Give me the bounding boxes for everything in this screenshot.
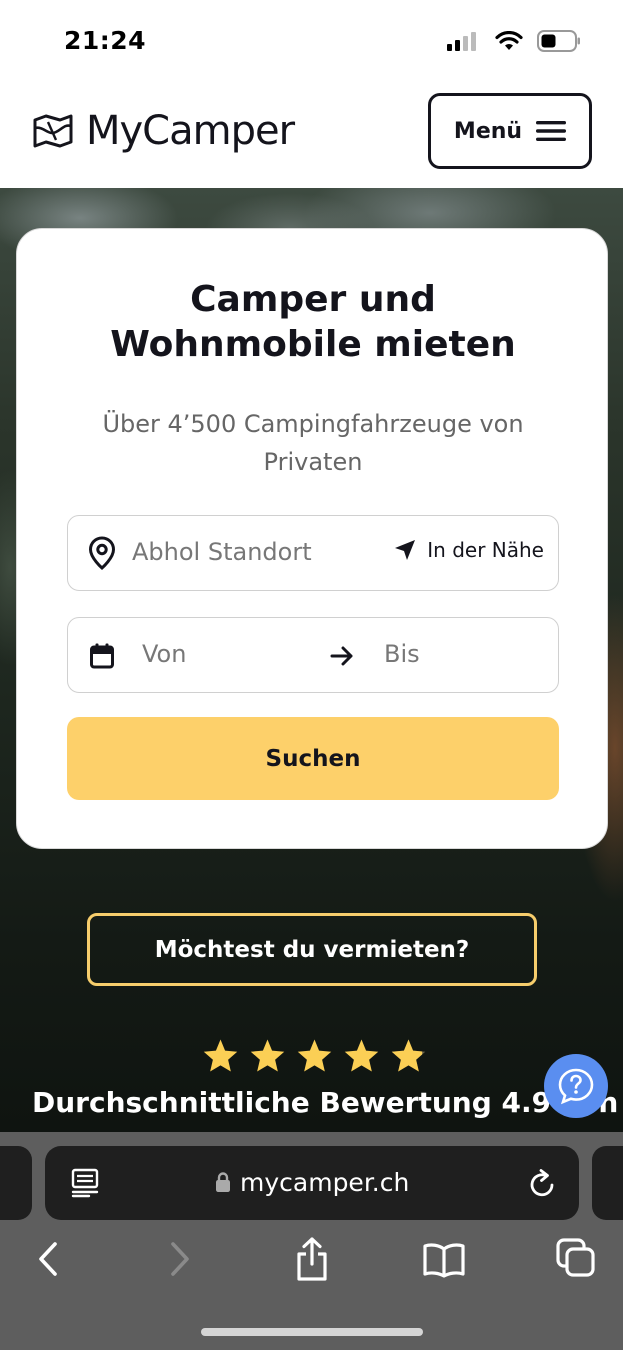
star-icon: [203, 1039, 238, 1072]
star-icon-partial: [391, 1039, 426, 1072]
pickup-location-field[interactable]: Abhol Standort In der Nähe: [67, 515, 559, 591]
page-title: Camper und Wohnmobile mieten: [110, 279, 516, 365]
nearby-label: In der Nähe: [427, 538, 544, 562]
forward-arrow-icon[interactable]: [168, 1240, 192, 1278]
hamburger-icon: [536, 121, 567, 141]
location-pin-icon: [88, 536, 116, 570]
rating-text: Durchschnittliche Bewertung 4.9 von: [32, 1086, 619, 1119]
calendar-icon: [90, 643, 114, 669]
card-subtitle: Über 4’500 Campingfahrzeuge von Privaten: [102, 410, 524, 476]
site-header: MyCamper Menü: [0, 80, 623, 188]
question-mark-icon: [558, 1068, 594, 1105]
search-button[interactable]: Suchen: [67, 717, 559, 800]
bookmarks-icon[interactable]: [422, 1242, 466, 1278]
next-tab-peek[interactable]: [592, 1146, 623, 1220]
rating-stars: [202, 1038, 427, 1073]
help-chat-button[interactable]: [544, 1054, 608, 1118]
star-icon: [297, 1039, 332, 1072]
date-to-input[interactable]: Bis: [384, 640, 420, 668]
date-from-input[interactable]: Von: [142, 640, 186, 668]
menu-button[interactable]: Menü: [428, 93, 592, 169]
location-placeholder: Abhol Standort: [132, 538, 312, 566]
rent-out-button[interactable]: Möchtest du vermieten?: [87, 913, 537, 986]
status-bar: 21:24: [0, 0, 623, 80]
share-icon[interactable]: [294, 1236, 330, 1282]
status-time: 21:24: [64, 26, 147, 55]
arrow-right-icon: [330, 646, 353, 666]
logo[interactable]: MyCamper: [32, 108, 295, 154]
back-arrow-icon[interactable]: [36, 1240, 60, 1278]
browser-chrome: mycamper.ch: [0, 1132, 623, 1350]
wifi-icon: [495, 31, 523, 50]
reader-view-icon[interactable]: [71, 1168, 99, 1198]
previous-tab-peek[interactable]: [0, 1146, 32, 1220]
search-card: Camper und Wohnmobile mieten Über 4’500 …: [16, 228, 608, 849]
status-icons: [447, 30, 581, 52]
reload-icon[interactable]: [529, 1168, 557, 1198]
home-indicator: [201, 1328, 423, 1336]
nearby-button[interactable]: In der Nähe: [393, 538, 544, 562]
date-range-field[interactable]: Von Bis: [67, 617, 559, 693]
battery-icon: [537, 30, 580, 52]
lock-icon: [216, 1172, 230, 1192]
star-icon: [344, 1039, 379, 1072]
tabs-icon[interactable]: [556, 1238, 596, 1278]
browser-toolbar: [0, 1232, 623, 1292]
logo-text: MyCamper: [86, 108, 295, 154]
url-text: mycamper.ch: [240, 1168, 410, 1197]
menu-label: Menü: [453, 118, 523, 144]
map-logo-icon: [33, 114, 73, 148]
navigation-arrow-icon: [395, 540, 416, 560]
star-icon: [250, 1039, 285, 1072]
cellular-signal-icon: [447, 32, 476, 51]
address-bar[interactable]: mycamper.ch: [45, 1146, 579, 1220]
